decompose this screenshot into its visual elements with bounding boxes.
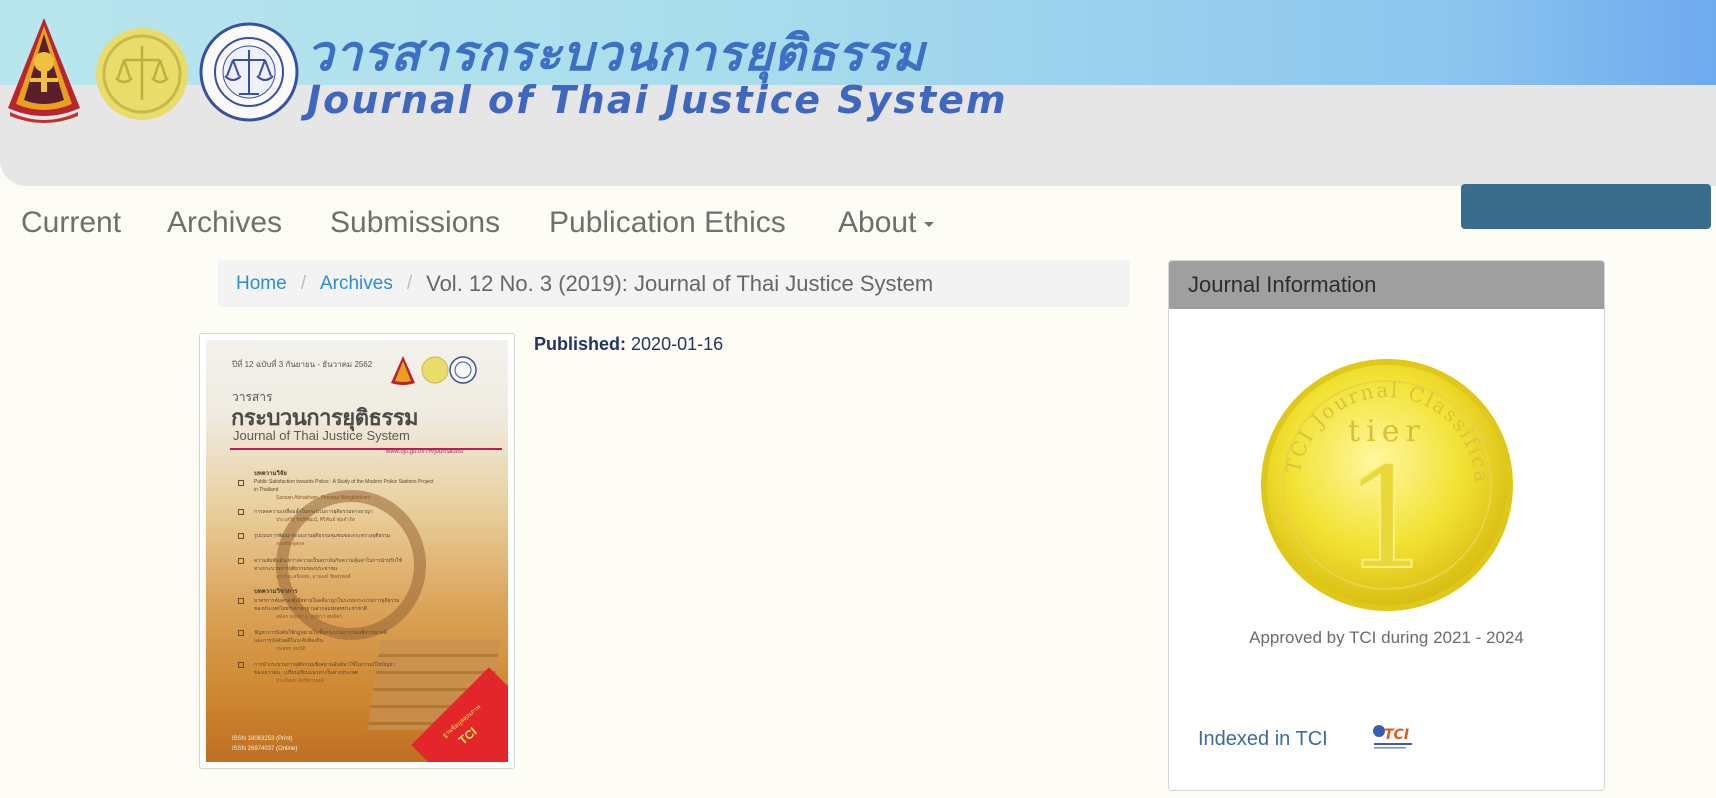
cover-bullet: [238, 533, 244, 539]
cover-bullet: [238, 662, 244, 668]
cover-article-1-authors: Sansan Abhakham, Pinnapa Mongkholsmi: [276, 495, 370, 501]
cover-bullet: [238, 480, 244, 486]
cover-issn-online: ISSN 26974037 (Online): [232, 746, 298, 752]
cover-article-2-authors: ประเสริฐ ชัยพิพัฒน์, ศิริพันธ์ พุ่มจำรัส: [276, 517, 355, 523]
cover-article-4-authors: สุวรรณ สนิทสุข, อานนท์ ชัยสุรพงศ์: [276, 574, 351, 580]
cover-article-5b: ของประเทศไทยกับมาตรฐานสากลแห่งสหประชาชาต…: [254, 606, 368, 612]
nav-about-label: About: [838, 206, 917, 239]
cover-article-3-authors: ภณชัช จุลกุล: [276, 541, 305, 547]
tci-tier-1-medal-icon: TCI Journal Classification tier 1: [1259, 357, 1513, 611]
cover-bullet: [238, 598, 244, 604]
cover-logos: [391, 356, 477, 385]
cover-article-3: รูปแบบการพัฒนาระบบงานยุติธรรมชุมชนของกระ…: [254, 533, 391, 539]
cover-article-6-authors: กมลพร สมบัติ: [276, 646, 306, 652]
site-title-english: Journal of Thai Justice System: [307, 78, 1008, 122]
nav-publication-ethics[interactable]: Publication Ethics: [549, 200, 786, 246]
cover-article-5: มาตรการคุ้มครองผู้เสียหายในคดีอาญาในระบบ…: [254, 598, 400, 604]
issue-cover-frame[interactable]: ปีที่ 12 ฉบับที่ 3 กันยายน - ธันวาคม 256…: [199, 333, 515, 769]
breadcrumb: Home / Archives / Vol. 12 No. 3 (2019): …: [218, 260, 1130, 307]
nav-submissions[interactable]: Submissions: [330, 200, 500, 246]
journal-information-block: Journal Information TCI Journal Classifi…: [1168, 260, 1605, 791]
cover-title-english: Journal of Thai Justice System: [233, 428, 410, 443]
cover-bullet: [238, 630, 244, 636]
breadcrumb-separator: /: [300, 272, 306, 294]
breadcrumb-current-issue: Vol. 12 No. 3 (2019): Journal of Thai Ju…: [426, 270, 934, 296]
cover-issn-print: ISSN 18063253 (Print): [232, 736, 293, 742]
gold-seal-logo: [96, 28, 188, 120]
cover-section-research: บทความวิจัย: [254, 471, 287, 477]
cover-article-6: ปัญหาการบังคับใช้กฎหมายในชั้นกระบวนการก่…: [254, 630, 387, 636]
tci-logo-text: TCI: [1384, 727, 1409, 743]
tci-logo-icon[interactable]: TCI: [1370, 721, 1416, 751]
tci-approved-text: Approved by TCI during 2021 - 2024: [1249, 628, 1524, 647]
cover-article-6b: และการบังคับคดีในระดับท้องถิ่น: [254, 638, 324, 644]
cover-article-7: การนำกระบวนการยุติธรรมเชิงสมานฉันท์มาใช้…: [254, 662, 396, 668]
breadcrumb-home-link[interactable]: Home: [236, 273, 287, 295]
cover-divider: [230, 448, 502, 450]
journal-information-title: Journal Information: [1169, 261, 1604, 309]
nav-archives[interactable]: Archives: [167, 200, 282, 246]
indexed-in-tci-link[interactable]: Indexed in TCI: [1198, 728, 1328, 751]
cover-article-4: ความสัมพันธ์ระหว่างความเป็นสถาบันกับความ…: [254, 558, 402, 564]
issue-cover-image[interactable]: ปีที่ 12 ฉบับที่ 3 กันยายน - ธันวาคม 256…: [206, 340, 508, 762]
published-label: Published:: [534, 334, 627, 354]
breadcrumb-separator: /: [406, 272, 413, 294]
caret-down-icon: [924, 221, 935, 227]
cover-section-academic: บทความวิชาการ: [254, 589, 298, 595]
nav-about[interactable]: About: [838, 200, 935, 246]
published-date: 2020-01-16: [631, 334, 724, 354]
office-of-justice-seal-logo: [199, 22, 299, 122]
royal-emblem-logo: [8, 18, 80, 123]
search-button[interactable]: [1461, 184, 1711, 229]
cover-article-7b: ของเยาวชน : เปรียบเทียบแนวทางในต่างประเท…: [254, 670, 358, 676]
cover-article-1b: in Thailand: [254, 487, 279, 493]
published-info: Published: 2020-01-16: [534, 334, 723, 355]
cover-article-4b: ทางกระบวนการยุติธรรมของประชาชน: [254, 566, 338, 572]
cover-article-7-authors: ประภัสสร ลักขิตานนท์: [276, 678, 324, 684]
nav-current[interactable]: Current: [21, 200, 121, 246]
cover-volume-line: ปีที่ 12 ฉบับที่ 3 กันยายน - ธันวาคม 256…: [232, 360, 373, 369]
breadcrumb-archives-link[interactable]: Archives: [320, 273, 393, 295]
cover-article-2: การลดความเหลื่อมล้ำในกระบวนการยุติธรรมทา…: [254, 509, 373, 515]
cover-bullet: [238, 509, 244, 515]
cover-bullet: [238, 558, 244, 564]
cover-article-5-authors: สมัคร ทองขาว, สุพัตรา สุทธิศร: [276, 614, 343, 620]
medal-number: 1: [1342, 438, 1431, 601]
cover-article-1: Public Satisfaction towards Police : A S…: [254, 479, 434, 485]
